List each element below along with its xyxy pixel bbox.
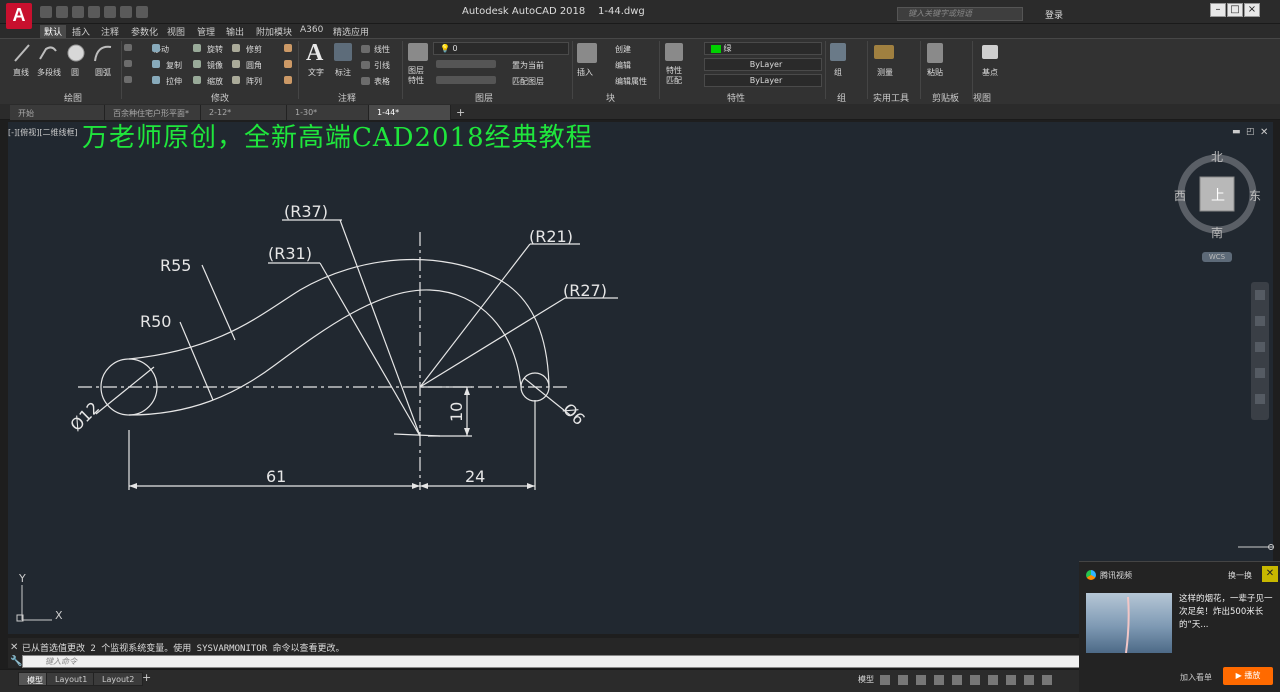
dim61-arrow-left: [129, 483, 137, 489]
compass-east[interactable]: 东: [1249, 187, 1261, 204]
play-label: 播放: [1244, 671, 1261, 680]
command-history: 已从首选值更改 2 个监视系统变量。使用 SYSVARMONITOR 命令以查看…: [22, 644, 345, 654]
status-toggles[interactable]: [880, 675, 1060, 685]
label-24: 24: [465, 467, 485, 486]
dim61-arrow-right: [412, 483, 420, 489]
zoom-extents-icon[interactable]: [1255, 342, 1265, 352]
label-r37: (R37): [284, 202, 328, 221]
tab-layout2[interactable]: Layout2: [93, 672, 144, 686]
dim10-arrow-top: [464, 387, 470, 395]
customize-command-icon[interactable]: 🔧: [10, 656, 22, 667]
label-d6: Ø6: [559, 399, 589, 429]
play-button[interactable]: ▶ 播放: [1223, 667, 1273, 685]
dim24-arrow-right: [527, 483, 535, 489]
showmotion-icon[interactable]: [1255, 394, 1265, 404]
viewcube-top-face[interactable]: 上: [1211, 185, 1225, 205]
viewport-restore[interactable]: ◰: [1246, 127, 1255, 137]
dim24-arrow-left: [420, 483, 428, 489]
command-placeholder: 键入命令: [45, 657, 77, 666]
tencent-video-logo-icon: [1086, 570, 1096, 580]
viewport-minimize[interactable]: ▬: [1232, 127, 1241, 137]
pan-icon[interactable]: [1255, 316, 1265, 326]
navigation-bar[interactable]: [1251, 282, 1269, 420]
inner-curve: [128, 289, 522, 416]
r50-leader: [179, 321, 214, 401]
label-r27: (R27): [563, 281, 607, 300]
wcs-menu[interactable]: WCS: [1202, 252, 1232, 262]
label-r31: (R31): [268, 244, 312, 263]
video-thumbnail[interactable]: [1086, 593, 1172, 654]
label-r55: R55: [160, 256, 191, 275]
add-layout-button[interactable]: +: [142, 671, 151, 684]
app-menu-logo[interactable]: A: [6, 3, 32, 29]
label-r50: R50: [140, 312, 171, 331]
orbit-icon[interactable]: [1255, 368, 1265, 378]
close-command-icon[interactable]: ✕: [10, 642, 18, 653]
viewcube[interactable]: 北 西 东 南 上: [1172, 146, 1262, 256]
refresh-button[interactable]: 换一换: [1228, 570, 1252, 581]
ucs-y-label: Y: [18, 572, 26, 585]
ucs-x-label: X: [55, 609, 63, 622]
model-space-toggle[interactable]: 模型: [858, 674, 874, 685]
r37-leader: [339, 219, 421, 437]
label-r21: (R21): [529, 227, 573, 246]
popup-headline[interactable]: 这样的烟花，一辈子见一次足矣！炸出500米长的“天...: [1179, 593, 1275, 632]
compass-north[interactable]: 北: [1211, 148, 1223, 165]
label-d12: Ø12: [66, 398, 103, 435]
compass-west[interactable]: 西: [1174, 187, 1186, 204]
label-10: 10: [447, 402, 466, 422]
tab-layout1[interactable]: Layout1: [46, 672, 97, 686]
label-61: 61: [266, 467, 286, 486]
logo-letter: A: [12, 5, 26, 25]
dim10-arrow-bottom: [464, 428, 470, 436]
r31-leader: [319, 262, 421, 437]
compass-south[interactable]: 南: [1211, 224, 1223, 241]
r21-leader: [419, 243, 531, 388]
popup-brand: 腾讯视频: [1100, 571, 1132, 580]
steering-wheel-icon[interactable]: [1255, 290, 1265, 300]
popup-close-button[interactable]: ✕: [1262, 566, 1278, 582]
outer-curve: [128, 258, 550, 388]
r55-leader: [201, 264, 236, 341]
command-input[interactable]: 键入命令: [22, 655, 1080, 668]
firework-streak-icon: [1125, 596, 1130, 654]
viewport-close[interactable]: ✕: [1260, 127, 1268, 138]
add-to-watchlist-button[interactable]: 加入看单: [1180, 672, 1212, 683]
